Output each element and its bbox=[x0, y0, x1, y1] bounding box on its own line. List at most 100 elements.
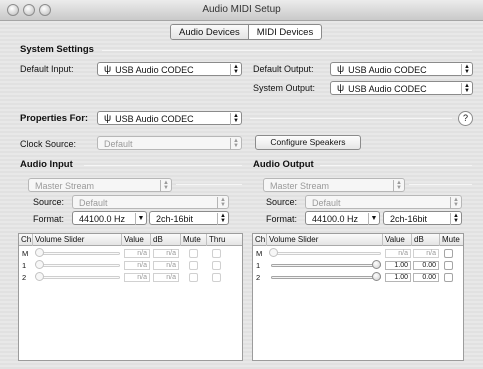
group-divider bbox=[176, 184, 242, 185]
usb-icon: ψ bbox=[337, 64, 345, 75]
mute-checkbox[interactable] bbox=[444, 261, 453, 270]
column-header: Ch bbox=[255, 234, 267, 246]
system-output-popup[interactable]: ψ USB Audio CODEC ▲ ▼ bbox=[330, 81, 473, 95]
value-field[interactable]: n/a bbox=[124, 273, 150, 282]
audio-output-table: Ch Volume Slider Value dB Mute M n/a n/a… bbox=[252, 233, 464, 361]
mute-checkbox[interactable] bbox=[189, 249, 198, 258]
input-format-label: Format: bbox=[33, 214, 65, 224]
system-output-label: System Output: bbox=[253, 83, 316, 93]
value-field[interactable]: n/a bbox=[124, 249, 150, 258]
tab-midi-devices[interactable]: MIDI Devices bbox=[247, 25, 321, 39]
volume-slider-knob[interactable] bbox=[35, 272, 44, 281]
mute-checkbox[interactable] bbox=[189, 261, 198, 270]
volume-slider-knob[interactable] bbox=[35, 248, 44, 257]
mute-checkbox[interactable] bbox=[444, 249, 453, 258]
popup-arrows-icon: ▲ ▼ bbox=[160, 179, 171, 192]
default-output-popup[interactable]: ψ USB Audio CODEC ▲ ▼ bbox=[330, 62, 473, 76]
clock-source-popup[interactable]: Default ▲ ▼ bbox=[97, 136, 242, 150]
thru-checkbox[interactable] bbox=[212, 249, 221, 258]
output-format-channels-popup[interactable]: 2ch-16bit ▲ ▼ bbox=[383, 211, 462, 225]
column-header: Value bbox=[383, 234, 412, 246]
popup-arrows-icon: ▲ ▼ bbox=[230, 137, 241, 150]
output-source-popup[interactable]: Default ▲ ▼ bbox=[305, 195, 462, 209]
volume-slider[interactable] bbox=[37, 264, 120, 267]
chevron-down-icon: ▼ bbox=[135, 212, 146, 225]
help-button[interactable]: ? bbox=[458, 111, 473, 126]
usb-icon: ψ bbox=[104, 64, 112, 75]
tab-audio-devices[interactable]: Audio Devices bbox=[171, 25, 248, 39]
output-stream-value: Master Stream bbox=[270, 180, 330, 191]
input-format-channels-popup[interactable]: 2ch-16bit ▲ ▼ bbox=[149, 211, 229, 225]
input-format-rate-combo[interactable]: 44100.0 Hz ▼ bbox=[72, 211, 147, 225]
audio-input-heading: Audio Input bbox=[20, 159, 73, 170]
value-field[interactable]: n/a bbox=[385, 249, 411, 258]
popup-arrows-icon: ▲ ▼ bbox=[450, 212, 461, 225]
popup-arrows-icon: ▲ ▼ bbox=[450, 196, 461, 209]
usb-icon: ψ bbox=[337, 83, 345, 94]
usb-icon: ψ bbox=[104, 113, 112, 124]
channel-label: 1 bbox=[256, 261, 261, 270]
volume-slider-knob[interactable] bbox=[269, 248, 278, 257]
system-settings-heading: System Settings bbox=[20, 44, 94, 55]
system-output-value: USB Audio CODEC bbox=[348, 83, 427, 94]
column-header: Value bbox=[122, 234, 151, 246]
properties-for-label: Properties For: bbox=[20, 113, 89, 124]
section-divider bbox=[102, 50, 472, 51]
input-stream-popup[interactable]: Master Stream ▲ ▼ bbox=[28, 178, 172, 192]
output-source-label: Source: bbox=[266, 197, 298, 207]
db-field[interactable]: n/a bbox=[153, 249, 179, 258]
db-field[interactable]: 0.00 bbox=[413, 273, 439, 282]
db-field[interactable]: n/a bbox=[413, 249, 439, 258]
popup-arrows-icon: ▲ ▼ bbox=[230, 112, 241, 125]
channel-label: M bbox=[22, 249, 29, 258]
thru-checkbox[interactable] bbox=[212, 261, 221, 270]
output-format-label: Format: bbox=[266, 214, 298, 224]
default-output-value: USB Audio CODEC bbox=[348, 64, 427, 75]
value-field[interactable]: 1.00 bbox=[385, 261, 411, 270]
mute-checkbox[interactable] bbox=[444, 273, 453, 282]
column-header: Mute bbox=[442, 235, 460, 244]
table-header: Ch Volume Slider Value dB Mute Thru bbox=[19, 234, 242, 246]
input-format-rate-value: 44100.0 Hz bbox=[79, 213, 126, 224]
column-header: dB bbox=[151, 234, 181, 246]
volume-slider[interactable] bbox=[271, 252, 381, 255]
channel-label: 2 bbox=[22, 273, 27, 282]
table-header: Ch Volume Slider Value dB Mute bbox=[253, 234, 463, 246]
section-divider bbox=[84, 165, 242, 166]
volume-slider[interactable] bbox=[271, 264, 381, 267]
output-source-value: Default bbox=[312, 197, 341, 208]
output-format-rate-combo[interactable]: 44100.0 Hz ▼ bbox=[305, 211, 380, 225]
db-field[interactable]: n/a bbox=[153, 273, 179, 282]
volume-slider[interactable] bbox=[37, 252, 120, 255]
configure-speakers-button[interactable]: Configure Speakers bbox=[255, 135, 361, 150]
thru-checkbox[interactable] bbox=[212, 273, 221, 282]
default-output-label: Default Output: bbox=[253, 64, 314, 74]
column-header: Ch bbox=[21, 234, 33, 246]
db-field[interactable]: 0.00 bbox=[413, 261, 439, 270]
audio-input-table: Ch Volume Slider Value dB Mute Thru M n/… bbox=[18, 233, 243, 361]
channel-label: 2 bbox=[256, 273, 261, 282]
volume-slider-knob[interactable] bbox=[35, 260, 44, 269]
column-header: Volume Slider bbox=[267, 234, 383, 246]
default-input-popup[interactable]: ψ USB Audio CODEC ▲ ▼ bbox=[97, 62, 242, 76]
db-field[interactable]: n/a bbox=[153, 261, 179, 270]
properties-for-popup[interactable]: ψ USB Audio CODEC ▲ ▼ bbox=[97, 111, 242, 125]
popup-arrows-icon: ▲ ▼ bbox=[230, 63, 241, 76]
mute-checkbox[interactable] bbox=[189, 273, 198, 282]
volume-slider-knob[interactable] bbox=[372, 272, 381, 281]
chevron-down-icon: ▼ bbox=[368, 212, 379, 225]
output-stream-popup[interactable]: Master Stream ▲ ▼ bbox=[263, 178, 405, 192]
output-format-rate-value: 44100.0 Hz bbox=[312, 213, 359, 224]
clock-source-value: Default bbox=[104, 138, 133, 149]
input-source-label: Source: bbox=[33, 197, 65, 207]
volume-slider-knob[interactable] bbox=[372, 260, 381, 269]
value-field[interactable]: n/a bbox=[124, 261, 150, 270]
window-title: Audio MIDI Setup bbox=[202, 4, 281, 15]
volume-slider[interactable] bbox=[37, 276, 120, 279]
column-header: Mute bbox=[181, 234, 207, 246]
value-field[interactable]: 1.00 bbox=[385, 273, 411, 282]
group-divider bbox=[409, 184, 472, 185]
input-source-popup[interactable]: Default ▲ ▼ bbox=[72, 195, 229, 209]
input-stream-value: Master Stream bbox=[35, 180, 95, 191]
volume-slider[interactable] bbox=[271, 276, 381, 279]
